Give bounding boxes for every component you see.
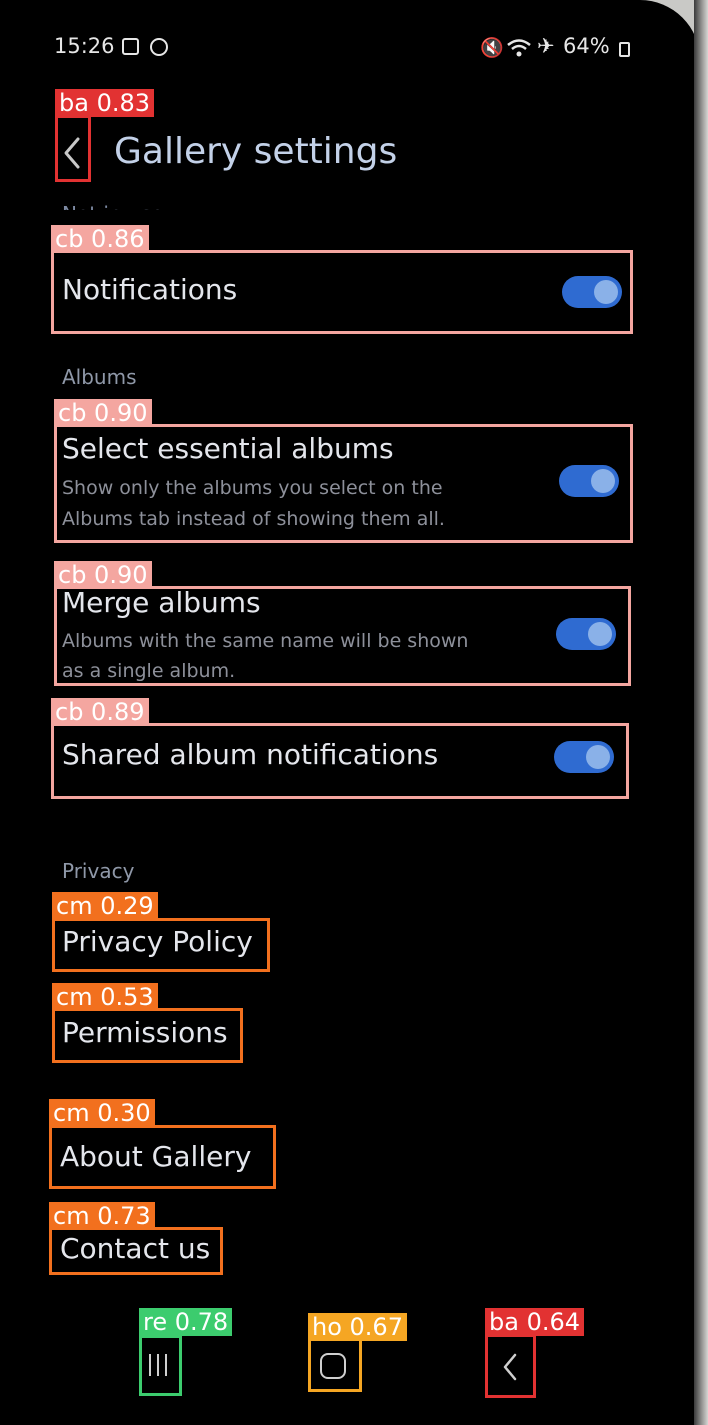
page-title: Gallery settings: [114, 131, 398, 172]
circle-icon: [150, 38, 168, 56]
mute-icon: 🔇: [480, 37, 504, 59]
privacy-section-header: Privacy: [62, 859, 135, 883]
annotation-box-merge: [54, 586, 631, 686]
device-bezel: [694, 0, 708, 1425]
annotation-box-contact: [49, 1227, 223, 1275]
annotation-box-recents: [139, 1335, 182, 1396]
annotation-box-select-essential: [54, 424, 633, 543]
annotation-tag-privacy-policy: cm 0.29: [52, 892, 158, 920]
annotation-box-home: [308, 1338, 362, 1392]
battery-text: 64%: [563, 34, 610, 58]
annotation-tag-contact: cm 0.73: [49, 1202, 155, 1230]
annotation-box-back: [55, 115, 91, 182]
annotation-tag-select-essential: cb 0.90: [54, 399, 152, 427]
phone-screen: 15:26 🔇 ✈ 64% Gallery settings Not in us…: [0, 0, 700, 1425]
wifi-icon: [507, 39, 531, 57]
annotation-tag-recents: re 0.78: [139, 1308, 233, 1336]
annotation-box-notifications: [51, 250, 633, 334]
annotation-tag-nav-back: ba 0.64: [485, 1308, 585, 1336]
battery-icon: [619, 42, 630, 57]
annotation-tag-shared: cb 0.89: [51, 698, 149, 726]
annotation-box-shared: [51, 723, 629, 799]
albums-section-header: Albums: [62, 365, 137, 389]
annotation-tag-home: ho 0.67: [308, 1313, 407, 1341]
annotation-box-permissions: [52, 1008, 243, 1063]
annotation-box-about: [49, 1125, 276, 1189]
airplane-icon: ✈: [537, 34, 555, 58]
scrolled-section-header: Not in use: [62, 196, 163, 210]
annotation-tag-permissions: cm 0.53: [52, 983, 158, 1011]
checkbox-icon: [122, 38, 139, 55]
annotation-tag-notifications: cb 0.86: [51, 225, 149, 253]
annotation-tag-about: cm 0.30: [49, 1099, 155, 1127]
annotation-box-privacy-policy: [52, 918, 270, 972]
annotation-tag-merge: cb 0.90: [54, 561, 152, 589]
status-time: 15:26: [54, 34, 115, 58]
annotation-tag-back: ba 0.83: [55, 89, 155, 117]
annotation-box-nav-back: [485, 1334, 536, 1398]
